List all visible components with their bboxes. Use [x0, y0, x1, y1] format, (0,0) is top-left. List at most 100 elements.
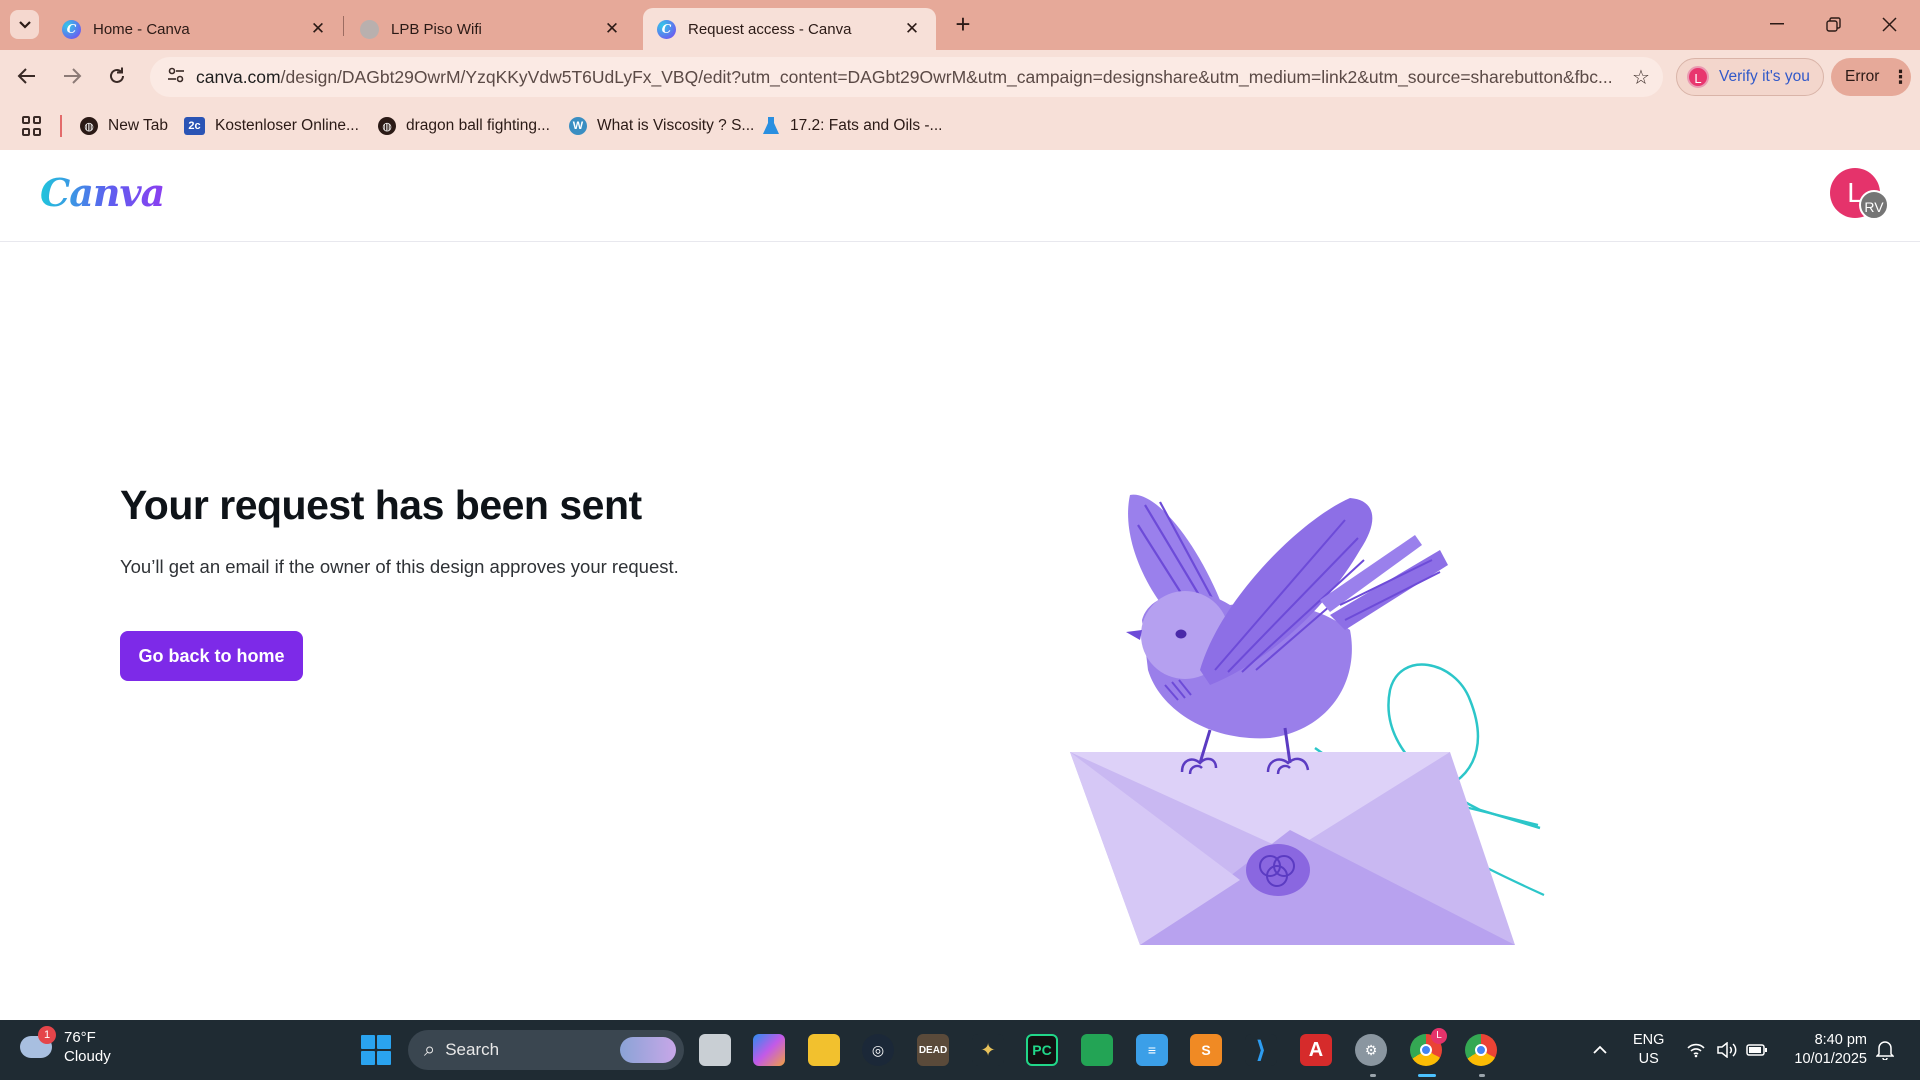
tab-divider	[343, 16, 344, 36]
restore-icon	[1825, 16, 1841, 32]
acrobat-icon[interactable]: A	[1300, 1034, 1332, 1066]
bookmark-kostenloser-online[interactable]: 2c Kostenloser Online...	[184, 113, 359, 139]
game-dead-icon[interactable]: DEAD	[917, 1034, 949, 1066]
volume-icon[interactable]	[1716, 1020, 1738, 1080]
close-window-button[interactable]	[1862, 8, 1916, 40]
arrow-right-icon	[64, 68, 82, 84]
close-icon	[1881, 16, 1897, 32]
apps-grid-icon[interactable]	[22, 116, 42, 136]
restore-button[interactable]	[1806, 8, 1860, 40]
bookmark-label: New Tab	[108, 117, 169, 134]
bookmark-dragon-ball[interactable]: ◍ dragon ball fighting...	[378, 113, 550, 139]
back-button[interactable]	[12, 61, 42, 91]
clock[interactable]: 8:40 pm 10/01/2025	[1785, 1031, 1867, 1069]
settings-gear-icon[interactable]: ⚙	[1355, 1034, 1387, 1066]
windows-start-icon[interactable]	[361, 1035, 391, 1065]
globe-icon: ◍	[80, 117, 98, 135]
bird-envelope-illustration	[1070, 494, 1545, 945]
google-classroom-icon[interactable]	[1081, 1034, 1113, 1066]
battery-icon[interactable]	[1746, 1020, 1768, 1080]
canva-logo[interactable]: Canva	[40, 170, 165, 215]
bookmark-label: dragon ball fighting...	[406, 117, 550, 134]
wordpress-icon: W	[569, 117, 587, 135]
clock-time: 8:40 pm	[1814, 1032, 1867, 1048]
globe-icon	[360, 19, 379, 39]
wifi-icon[interactable]	[1686, 1020, 1706, 1080]
forward-button[interactable]	[57, 61, 87, 91]
notification-bell-icon[interactable]	[1876, 1020, 1894, 1080]
region-code: US	[1638, 1051, 1659, 1067]
taskbar: 1 76°F Cloudy ⌕ Search ◎ DEAD ✦ PC ≡ S ⟩…	[0, 1020, 1920, 1080]
error-label: Error	[1845, 68, 1880, 85]
taskbar-search[interactable]: ⌕ Search	[408, 1030, 684, 1070]
running-indicator	[1370, 1074, 1376, 1077]
reload-button[interactable]	[102, 61, 132, 91]
verify-label: Verify it's you	[1719, 68, 1810, 85]
chevron-down-icon	[18, 20, 31, 29]
file-explorer-icon[interactable]	[808, 1034, 840, 1066]
pycharm-icon[interactable]: PC	[1026, 1034, 1058, 1066]
bookmarks-divider	[60, 115, 62, 137]
site-info-icon[interactable]	[156, 67, 196, 88]
close-icon[interactable]: ✕	[602, 19, 622, 39]
notepad-icon[interactable]: ≡	[1136, 1034, 1168, 1066]
profile-avatar: L	[1687, 66, 1709, 88]
profile-error-button[interactable]: Error ⋮	[1831, 58, 1911, 96]
valorant-like-icon[interactable]: ✦	[972, 1034, 1004, 1066]
page-title: Your request has been sent	[120, 482, 642, 528]
tab-strip: C Home - Canva ✕ LPB Piso Wifi ✕ C Reque…	[0, 0, 1920, 50]
canva-icon: C	[657, 19, 676, 39]
input-language[interactable]: ENG US	[1633, 1031, 1664, 1069]
minimize-button[interactable]	[1750, 8, 1804, 40]
bookmark-label: Kostenloser Online...	[215, 117, 359, 134]
tab-title: LPB Piso Wifi	[391, 20, 482, 38]
cloud-icon: 1	[20, 1026, 56, 1058]
sublime-text-icon[interactable]: S	[1190, 1034, 1222, 1066]
chrome-profile-badge: L	[1431, 1028, 1447, 1044]
reload-icon	[110, 67, 124, 83]
weather-widget[interactable]: 1 76°F Cloudy	[20, 1026, 111, 1066]
minimize-icon	[1770, 23, 1784, 25]
search-highlight-icon	[620, 1037, 676, 1063]
copilot-icon[interactable]	[753, 1034, 785, 1066]
new-tab-button[interactable]: +	[948, 10, 978, 40]
canva-icon: C	[62, 19, 81, 39]
tab-home-canva[interactable]: C Home - Canva ✕	[48, 8, 342, 50]
steam-icon[interactable]: ◎	[862, 1034, 894, 1066]
search-icon: ⌕	[424, 1038, 436, 1061]
url-text[interactable]: canva.com/design/DAGbt29OwrM/YzqKKyVdw5T…	[196, 67, 1619, 88]
tab-title: Home - Canva	[93, 20, 190, 38]
arrow-left-icon	[17, 68, 35, 84]
running-indicator	[1479, 1074, 1485, 1077]
bookmark-label: What is Viscosity ? S...	[597, 117, 755, 134]
tab-lpb-piso-wifi[interactable]: LPB Piso Wifi ✕	[346, 8, 636, 50]
tab-title: Request access - Canva	[688, 20, 852, 38]
bookmark-star-icon[interactable]: ☆	[1619, 65, 1663, 90]
bookmark-new-tab[interactable]: ◍ New Tab	[80, 113, 168, 139]
clock-date: 10/01/2025	[1794, 1051, 1867, 1067]
more-vert-icon[interactable]: ⋮	[1891, 67, 1909, 88]
bookmarks-bar: ◍ New Tab 2c Kostenloser Online... ◍ dra…	[0, 102, 1920, 150]
tray-overflow-chevron-icon[interactable]	[1592, 1020, 1608, 1080]
url-host: canva.com	[196, 66, 281, 87]
globe-icon: ◍	[378, 117, 396, 135]
verify-identity-button[interactable]: L Verify it's you	[1676, 58, 1824, 96]
weather-desc: Cloudy	[64, 1048, 111, 1065]
bookmark-fats-and-oils[interactable]: 17.2: Fats and Oils -...	[762, 113, 942, 139]
url-path: /design/DAGbt29OwrM/YzqKKyVdw5T6UdLyFx_V…	[280, 66, 1613, 87]
chrome-second-profile-icon[interactable]	[1465, 1034, 1497, 1066]
close-icon[interactable]: ✕	[902, 19, 922, 39]
lang-code: ENG	[1633, 1032, 1665, 1048]
go-back-home-button[interactable]: Go back to home	[120, 631, 303, 681]
tab-search-button[interactable]	[10, 10, 39, 39]
2c-icon: 2c	[184, 117, 205, 135]
address-bar[interactable]: canva.com/design/DAGbt29OwrM/YzqKKyVdw5T…	[150, 57, 1663, 97]
weather-badge: 1	[38, 1026, 56, 1044]
browser-toolbar: canva.com/design/DAGbt29OwrM/YzqKKyVdw5T…	[0, 50, 1920, 102]
task-view-icon[interactable]	[699, 1034, 731, 1066]
bookmark-viscosity[interactable]: W What is Viscosity ? S...	[569, 113, 754, 139]
canva-header: Canva L RV	[0, 150, 1920, 242]
vscode-icon[interactable]: ⟩	[1245, 1034, 1277, 1066]
close-icon[interactable]: ✕	[308, 19, 328, 39]
tab-request-access-canva[interactable]: C Request access - Canva ✕	[643, 8, 936, 50]
